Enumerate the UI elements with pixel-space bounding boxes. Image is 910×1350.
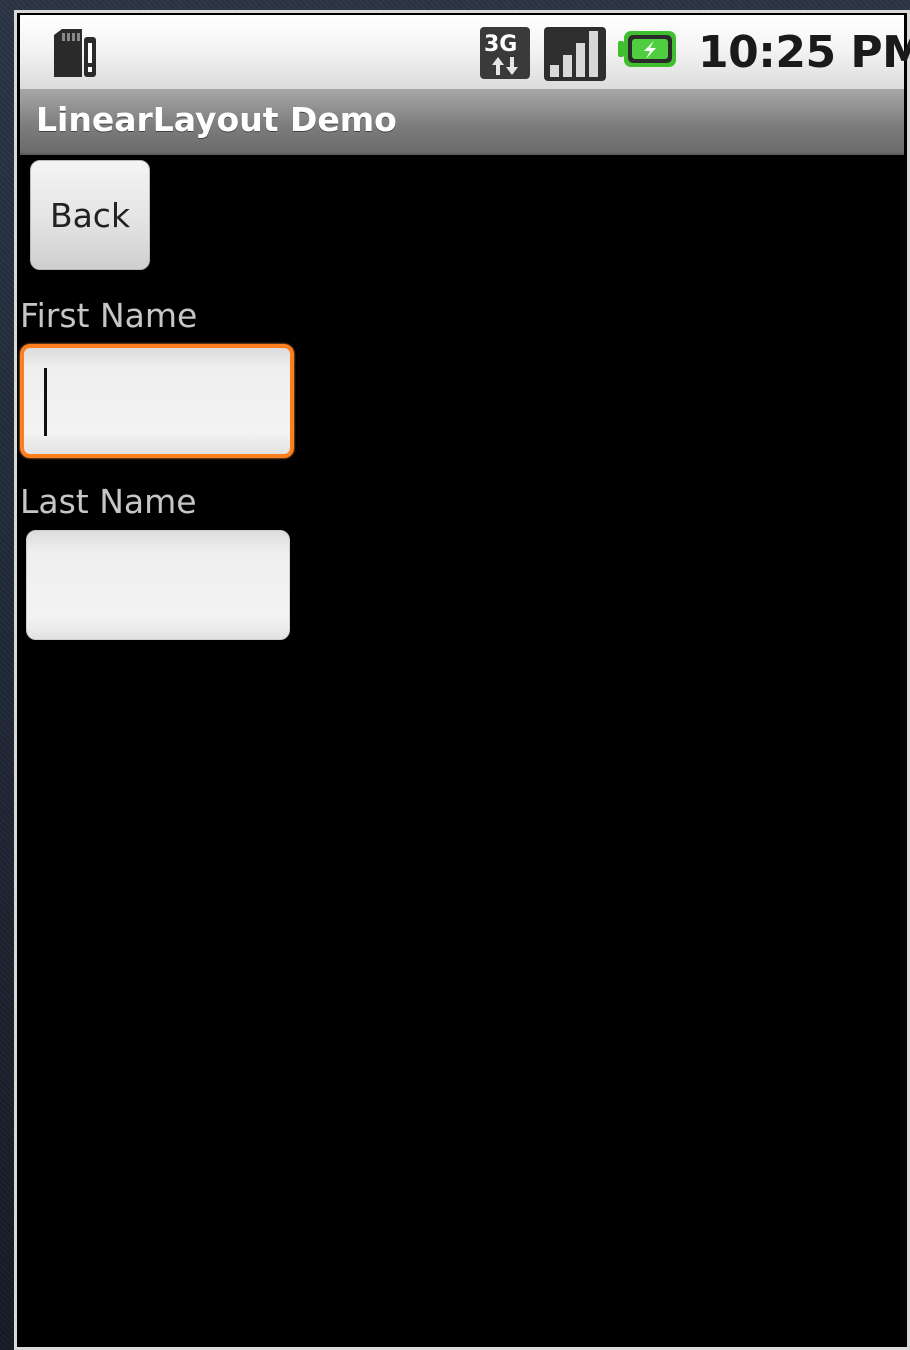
svg-text:3G: 3G bbox=[484, 32, 517, 57]
battery-charging-icon bbox=[618, 31, 676, 67]
status-clock: 10:25 PM bbox=[698, 27, 910, 78]
last-name-label: Last Name bbox=[20, 482, 197, 521]
sd-card-alert-icon bbox=[54, 29, 96, 77]
signal-strength-icon bbox=[544, 27, 606, 81]
first-name-field[interactable] bbox=[20, 344, 294, 458]
status-bar: 3G 10:25 PM bbox=[20, 15, 910, 89]
last-name-field[interactable] bbox=[26, 530, 290, 640]
back-button[interactable]: Back bbox=[30, 160, 150, 270]
screen: 3G 10:25 PM LinearLayout Demo Back First… bbox=[14, 10, 910, 1350]
app-title-bar: LinearLayout Demo bbox=[20, 89, 904, 155]
3g-data-icon: 3G bbox=[480, 27, 530, 79]
device-frame: 3G 10:25 PM LinearLayout Demo Back First… bbox=[0, 0, 910, 1350]
text-cursor bbox=[44, 368, 47, 436]
app-title: LinearLayout Demo bbox=[36, 100, 397, 139]
first-name-label: First Name bbox=[20, 296, 198, 335]
